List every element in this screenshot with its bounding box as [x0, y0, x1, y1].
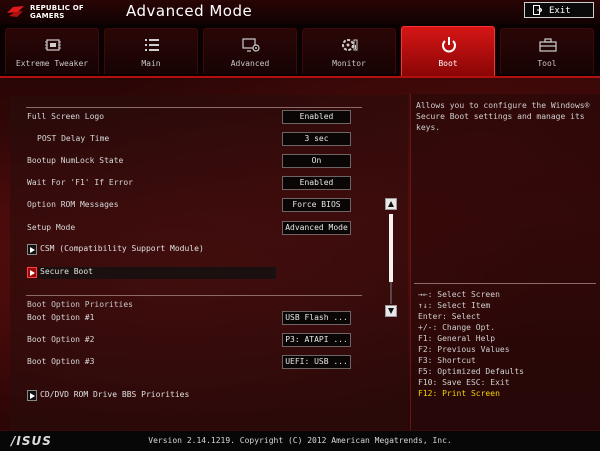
csm-submenu[interactable]: CSM (Compatibility Support Module)	[27, 244, 287, 256]
tab-label: Extreme Tweaker	[15, 59, 89, 68]
version-text: Version 2.14.1219. Copyright (C) 2012 Am…	[148, 436, 452, 445]
header-bar: REPUBLIC OF GAMERS Advanced Mode Exit	[0, 0, 600, 25]
tab-label: Monitor	[332, 59, 366, 68]
key-hint: →←: Select Screen	[418, 290, 500, 299]
wait-f1-error-value[interactable]: Enabled	[282, 176, 351, 190]
cd-dvd-priorities-submenu[interactable]: CD/DVD ROM Drive BBS Priorities	[27, 390, 287, 402]
boot-option-1-value[interactable]: USB Flash ...	[282, 311, 351, 325]
advanced-icon	[242, 38, 260, 52]
monitor-icon	[342, 39, 358, 51]
setting-label: Wait For 'F1' If Error	[27, 178, 133, 187]
boot-option-label: Boot Option #1	[27, 313, 95, 322]
logo-line-1: REPUBLIC OF	[30, 4, 84, 12]
tab-label: Tool	[537, 59, 557, 68]
tab-tool[interactable]: Tool	[500, 28, 594, 74]
boot-option-2-value[interactable]: P3: ATAPI ...	[282, 333, 351, 347]
mode-title: Advanced Mode	[126, 2, 253, 20]
full-screen-logo-value[interactable]: Enabled	[282, 110, 351, 124]
submenu-label: Secure Boot	[40, 267, 93, 276]
secure-boot-submenu[interactable]: Secure Boot	[27, 267, 277, 279]
top-divider	[26, 107, 362, 108]
exit-icon	[533, 5, 542, 15]
tab-advanced[interactable]: Advanced	[203, 28, 297, 74]
scroll-down-arrow-icon	[388, 308, 394, 314]
boot-option-label: Boot Option #2	[27, 335, 95, 344]
settings-panel	[10, 95, 408, 435]
tab-boot[interactable]: Boot	[401, 26, 495, 76]
boot-priorities-title: Boot Option Priorities	[27, 300, 133, 309]
boot-option-3-value[interactable]: UEFI: USB ...	[282, 355, 351, 369]
scroll-down-button[interactable]	[385, 305, 397, 317]
key-hint: F10: Save ESC: Exit	[418, 378, 510, 387]
key-hint-print-screen: F12: Print Screen	[418, 389, 500, 398]
tab-main[interactable]: Main	[104, 28, 198, 74]
bootup-numlock-value[interactable]: On	[282, 154, 351, 168]
list-icon	[145, 39, 159, 51]
submenu-arrow-icon	[27, 267, 37, 278]
tool-icon	[539, 38, 557, 52]
help-description: Allows you to configure the Windows® Sec…	[416, 101, 590, 132]
submenu-label: CD/DVD ROM Drive BBS Priorities	[40, 390, 190, 399]
key-hint: F5: Optimized Defaults	[418, 367, 524, 376]
post-delay-time-value[interactable]: 3 sec	[282, 132, 351, 146]
submenu-arrow-icon	[27, 244, 37, 255]
tab-label: Advanced	[230, 59, 270, 68]
submenu-label: CSM (Compatibility Support Module)	[40, 244, 204, 253]
key-hint: F2: Previous Values	[418, 345, 510, 354]
tab-extreme-tweaker[interactable]: Extreme Tweaker	[5, 28, 99, 74]
rog-logo: REPUBLIC OF GAMERS	[6, 2, 110, 22]
tab-bar: Extreme Tweaker Main Advanced Monitor Bo…	[0, 24, 600, 76]
exit-button[interactable]: Exit	[524, 2, 594, 18]
exit-label: Exit	[549, 6, 571, 16]
submenu-arrow-icon	[27, 390, 37, 401]
option-rom-messages-value[interactable]: Force BIOS	[282, 198, 351, 212]
key-hint: Enter: Select	[418, 312, 481, 321]
priorities-divider	[26, 295, 362, 296]
setting-label: Bootup NumLock State	[27, 156, 124, 165]
tweaker-icon	[45, 39, 61, 51]
key-hint: F1: General Help	[418, 334, 496, 343]
setting-label: Setup Mode	[27, 223, 76, 232]
scrollbar-thumb[interactable]	[389, 214, 393, 282]
setting-label: POST Delay Time	[37, 134, 110, 143]
scroll-up-button[interactable]	[385, 198, 397, 210]
setting-label: Full Screen Logo	[27, 112, 105, 121]
rog-eye-icon	[7, 6, 24, 17]
boot-option-label: Boot Option #3	[27, 357, 95, 366]
key-hint: F3: Shortcut	[418, 356, 476, 365]
help-divider	[414, 283, 596, 284]
tab-label: Main	[141, 59, 161, 68]
key-hint: +/-: Change Opt.	[418, 323, 496, 332]
tab-label: Boot	[438, 59, 458, 68]
footer-bar: /ISUS Version 2.14.1219. Copyright (C) 2…	[0, 430, 600, 451]
setup-mode-value[interactable]: Advanced Mode	[282, 221, 351, 235]
scroll-up-arrow-icon	[388, 201, 394, 207]
setting-label: Option ROM Messages	[27, 200, 119, 209]
power-icon	[442, 37, 456, 53]
tab-monitor[interactable]: Monitor	[302, 28, 396, 74]
logo-line-2: GAMERS	[30, 12, 65, 20]
key-hint: ↑↓: Select Item	[418, 301, 491, 310]
